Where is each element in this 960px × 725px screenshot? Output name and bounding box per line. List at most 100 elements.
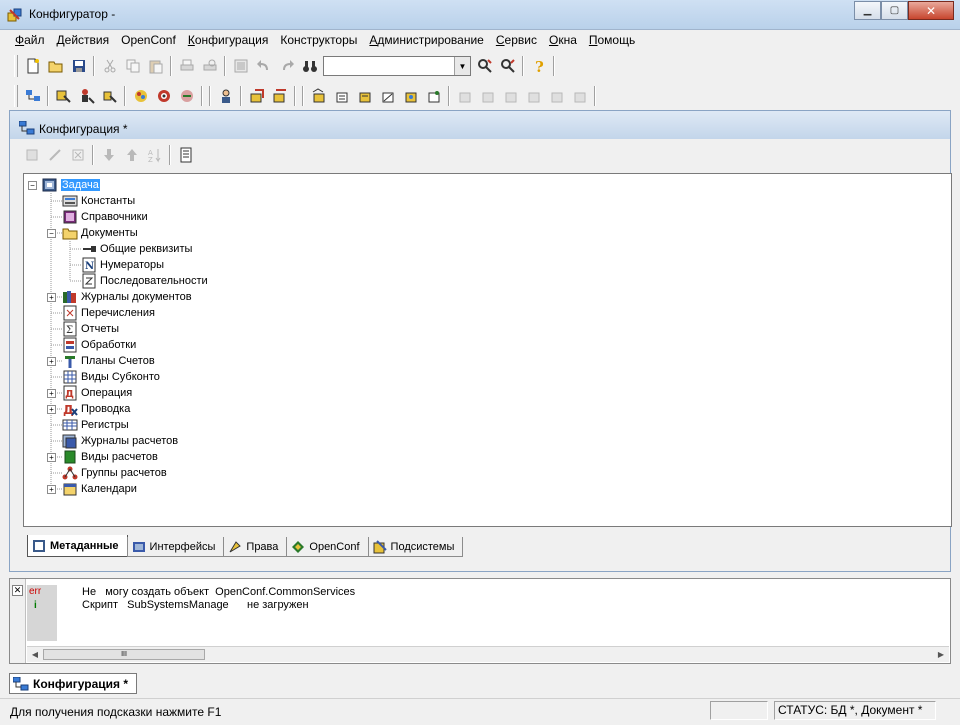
tree-item[interactable]: N Нумераторы bbox=[81, 257, 164, 273]
tree-item[interactable]: Регистры bbox=[62, 417, 129, 433]
tree-item[interactable]: Справочники bbox=[62, 209, 148, 225]
move-up-icon[interactable] bbox=[120, 144, 143, 166]
tab-4[interactable]: Подсистемы bbox=[367, 537, 464, 557]
redo-icon[interactable] bbox=[275, 55, 298, 77]
wizard-10-icon[interactable] bbox=[522, 85, 545, 107]
tree-item[interactable]: + Виды расчетов bbox=[47, 449, 158, 465]
sort-az-icon[interactable]: AZ bbox=[143, 144, 166, 166]
expand-icon[interactable]: + bbox=[47, 485, 56, 494]
menu-item-8[interactable]: Помощь bbox=[583, 30, 641, 50]
edit-object-icon[interactable] bbox=[43, 144, 66, 166]
open-folder-icon[interactable] bbox=[44, 55, 67, 77]
search-combo[interactable]: ▼ bbox=[323, 56, 471, 76]
tree-item[interactable]: + Д Операция bbox=[47, 385, 132, 401]
wizard-2-icon[interactable] bbox=[330, 85, 353, 107]
metadata-tool-2-icon[interactable] bbox=[268, 85, 291, 107]
wizard-6-icon[interactable] bbox=[422, 85, 445, 107]
menu-item-5[interactable]: Администрирование bbox=[363, 30, 489, 50]
print-preview-icon[interactable] bbox=[198, 55, 221, 77]
minimize-button[interactable]: ▁ bbox=[854, 1, 881, 20]
description-icon[interactable] bbox=[174, 144, 197, 166]
find-next-icon[interactable] bbox=[473, 55, 496, 77]
scrollbar-thumb[interactable]: III bbox=[43, 649, 205, 660]
tree-item[interactable]: + Планы Счетов bbox=[47, 353, 155, 369]
debug-icon[interactable] bbox=[152, 85, 175, 107]
copy-icon[interactable] bbox=[121, 55, 144, 77]
collapse-icon[interactable]: − bbox=[47, 229, 56, 238]
tree-item[interactable]: Перечисления bbox=[62, 305, 155, 321]
tab-0[interactable]: Метаданные bbox=[27, 535, 128, 557]
paste-icon[interactable] bbox=[144, 55, 167, 77]
find-prev-icon[interactable] bbox=[496, 55, 519, 77]
tab-2[interactable]: Права bbox=[223, 537, 288, 557]
cut-icon[interactable] bbox=[98, 55, 121, 77]
new-file-icon[interactable] bbox=[21, 55, 44, 77]
wizard-1-icon[interactable] bbox=[307, 85, 330, 107]
maximize-button[interactable]: ▢ bbox=[881, 1, 908, 20]
close-messages-icon[interactable]: ✕ bbox=[12, 585, 23, 596]
config-tree-icon[interactable] bbox=[21, 85, 44, 107]
users-icon[interactable] bbox=[75, 85, 98, 107]
tab-1[interactable]: Интерфейсы bbox=[126, 537, 225, 557]
menu-item-1[interactable]: Действия bbox=[51, 30, 116, 50]
expand-icon[interactable]: + bbox=[47, 293, 56, 302]
user-person-icon[interactable] bbox=[214, 85, 237, 107]
tree-item[interactable]: Константы bbox=[62, 193, 135, 209]
add-object-icon[interactable] bbox=[20, 144, 43, 166]
rights-tool-icon[interactable] bbox=[98, 85, 121, 107]
wizard-3-icon[interactable] bbox=[353, 85, 376, 107]
print-icon[interactable] bbox=[175, 55, 198, 77]
configuration-window-titlebar[interactable]: Конфигурация * bbox=[10, 111, 950, 139]
menu-item-3[interactable]: Конфигурация bbox=[182, 30, 275, 50]
menu-item-6[interactable]: Сервис bbox=[490, 30, 543, 50]
tree-item[interactable]: Журналы расчетов bbox=[62, 433, 178, 449]
messages-horizontal-scrollbar[interactable]: ◀ III ▶ bbox=[27, 646, 949, 662]
wizard-7-icon[interactable] bbox=[453, 85, 476, 107]
metadata-tool-icon[interactable] bbox=[245, 85, 268, 107]
tree-item[interactable]: + Календари bbox=[47, 481, 137, 497]
properties-icon[interactable] bbox=[229, 55, 252, 77]
tree-item[interactable]: Обработки bbox=[62, 337, 136, 353]
toolbar-grip[interactable] bbox=[14, 85, 18, 107]
tree-root[interactable]: − Задача bbox=[28, 177, 100, 193]
help-icon[interactable]: ? bbox=[527, 55, 550, 77]
tree-item[interactable]: Группы расчетов bbox=[62, 465, 167, 481]
collapse-icon[interactable]: − bbox=[28, 181, 37, 190]
save-icon[interactable] bbox=[67, 55, 90, 77]
metadata-tree[interactable]: − Задача Константы Справочники − Документы Общ… bbox=[23, 173, 952, 527]
tree-item[interactable]: Виды Субконто bbox=[62, 369, 160, 385]
close-button[interactable]: ✕ bbox=[908, 1, 954, 20]
wizard-8-icon[interactable] bbox=[476, 85, 499, 107]
toolbar-grip[interactable] bbox=[14, 55, 18, 77]
wizard-4-icon[interactable] bbox=[376, 85, 399, 107]
wizard-11-icon[interactable] bbox=[545, 85, 568, 107]
menu-item-2[interactable]: OpenConf bbox=[115, 30, 182, 50]
wizard-9-icon[interactable] bbox=[499, 85, 522, 107]
menu-item-0[interactable]: Файл bbox=[9, 30, 51, 50]
color-palette-icon[interactable] bbox=[129, 85, 152, 107]
expand-icon[interactable]: + bbox=[47, 357, 56, 366]
menu-item-4[interactable]: Конструкторы bbox=[274, 30, 363, 50]
wizard-12-icon[interactable] bbox=[568, 85, 591, 107]
expand-icon[interactable]: + bbox=[47, 389, 56, 398]
window-list-tab[interactable]: Конфигурация * bbox=[9, 673, 137, 694]
tree-item[interactable]: − Документы bbox=[47, 225, 138, 241]
chevron-down-icon[interactable]: ▼ bbox=[454, 57, 470, 75]
undo-icon[interactable] bbox=[252, 55, 275, 77]
resize-grip-icon[interactable] bbox=[938, 701, 958, 720]
wizard-5-icon[interactable] bbox=[399, 85, 422, 107]
syntax-check-icon[interactable] bbox=[175, 85, 198, 107]
tree-item[interactable]: Общие реквизиты bbox=[81, 241, 192, 257]
expand-icon[interactable]: + bbox=[47, 453, 56, 462]
tree-item[interactable]: + Д Проводка bbox=[47, 401, 130, 417]
menu-item-7[interactable]: Окна bbox=[543, 30, 583, 50]
scroll-left-icon[interactable]: ◀ bbox=[29, 649, 41, 661]
tab-3[interactable]: OpenConf bbox=[286, 537, 369, 557]
tree-item[interactable]: + Журналы документов bbox=[47, 289, 192, 305]
tree-item[interactable]: Σ Отчеты bbox=[62, 321, 119, 337]
tree-item[interactable]: Последовательности bbox=[81, 273, 208, 289]
move-down-icon[interactable] bbox=[97, 144, 120, 166]
expand-icon[interactable]: + bbox=[47, 405, 56, 414]
form-icon[interactable] bbox=[52, 85, 75, 107]
find-binoculars-icon[interactable] bbox=[298, 55, 321, 77]
